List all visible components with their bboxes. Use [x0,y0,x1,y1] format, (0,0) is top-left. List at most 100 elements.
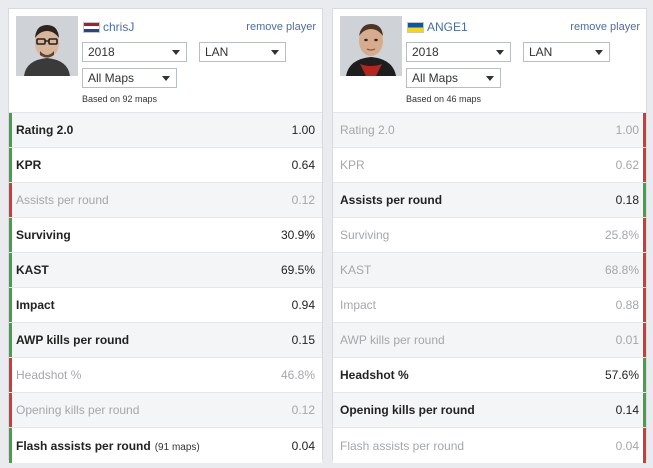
stat-value: 69.5% [280,263,315,277]
stat-label: AWP kills per round [16,333,129,347]
stat-value: 68.8% [604,263,639,277]
stat-row: KPR 0.64 [9,148,322,183]
stat-value: 0.62 [615,158,639,172]
event-type-select-value: LAN [205,45,229,59]
stat-row: KAST 69.5% [9,253,322,288]
maps-select[interactable]: All Maps [82,68,177,88]
stat-label-text: Opening kills per round [340,403,475,417]
stat-row: Surviving 30.9% [9,218,322,253]
stat-value: 46.8% [280,368,315,382]
stat-label-text: Assists per round [340,193,443,207]
better-indicator [9,253,12,287]
stat-label: Flash assists per round [340,439,464,453]
better-indicator [643,358,646,392]
stat-label-text: Rating 2.0 [340,123,395,137]
chevron-down-icon [595,50,603,55]
stat-label: KAST [16,263,49,277]
player-photo [340,16,402,76]
stat-row: Surviving 25.8% [333,218,646,253]
player-name-line: ANGE1 [407,20,468,34]
stat-label: Headshot % [16,368,81,382]
year-select-value: 2018 [412,45,439,59]
player-header: ANGE1 remove player 2018 LAN All Maps Ba… [333,9,646,112]
player-name-line: chrisJ [83,20,134,34]
stat-row: Assists per round 0.18 [333,183,646,218]
better-indicator [9,288,12,322]
stat-row: Assists per round 0.12 [9,183,322,218]
stat-row: Rating 2.0 1.00 [9,113,322,148]
worse-indicator [643,428,646,463]
better-indicator [9,323,12,357]
worse-indicator [643,288,646,322]
stat-label-text: KPR [340,158,365,172]
year-select-value: 2018 [88,45,115,59]
stat-label: Headshot % [340,368,409,382]
netherlands-flag-icon [83,21,100,33]
stat-row: Flash assists per round (91 maps) 0.04 [9,428,322,463]
stat-label-text: AWP kills per round [340,333,445,347]
stat-label: Impact [16,298,55,312]
event-type-select[interactable]: LAN [523,42,610,62]
stat-label: Surviving [340,228,389,242]
worse-indicator [643,148,646,182]
worse-indicator [9,393,12,427]
stat-label: AWP kills per round [340,333,445,347]
maps-select-value: All Maps [88,71,135,85]
stat-value: 0.18 [615,193,639,207]
worse-indicator [643,323,646,357]
player-card-1: chrisJ remove player 2018 LAN All Maps B… [8,8,323,463]
worse-indicator [9,358,12,392]
stat-label-text: Impact [340,298,377,312]
better-indicator [9,218,12,252]
based-on-maps-text: Based on 46 maps [406,94,482,104]
worse-indicator [643,218,646,252]
stat-label-text: Headshot % [340,368,409,382]
stat-value: 0.14 [615,403,639,417]
stat-value: 0.64 [291,158,315,172]
player-name-link[interactable]: ANGE1 [427,20,468,34]
event-type-select-value: LAN [529,45,553,59]
better-indicator [9,148,12,182]
stat-value: 0.15 [291,333,315,347]
stat-row: Headshot % 46.8% [9,358,322,393]
stats-list: Rating 2.0 1.00 KPR 0.64 Assists per round 0.… [9,112,322,463]
stat-label: Opening kills per round [340,403,475,417]
based-on-maps-text: Based on 92 maps [82,94,158,104]
player-photo [16,16,78,76]
stat-row: Rating 2.0 1.00 [333,113,646,148]
stat-label: Assists per round [16,193,109,207]
stat-row: Flash assists per round 0.04 [333,428,646,463]
better-indicator [9,113,12,147]
stat-value: 30.9% [280,228,315,242]
stat-label: Assists per round [340,193,442,207]
stat-label: Opening kills per round [16,403,139,417]
stat-label-text: Assists per round [16,193,109,207]
stat-label: KAST [340,263,371,277]
stat-label-text: Flash assists per round [340,438,465,453]
stat-value: 25.8% [604,228,639,242]
remove-player-link[interactable]: remove player [246,21,316,33]
stat-label-text: Surviving [16,228,71,242]
stat-row: Headshot % 57.6% [333,358,646,393]
stat-label-text: KPR [16,158,42,172]
event-type-select[interactable]: LAN [199,42,286,62]
maps-select[interactable]: All Maps [406,68,501,88]
stat-value: 0.12 [291,193,315,207]
stat-value: 0.01 [615,333,639,347]
stat-label: Flash assists per round (91 maps) [16,439,200,453]
stat-label-text: Impact [16,298,55,312]
year-select[interactable]: 2018 [82,42,187,62]
stat-label: Rating 2.0 [16,123,73,137]
stat-label-text: AWP kills per round [16,333,130,347]
player-name-link[interactable]: chrisJ [103,20,134,34]
better-indicator [643,183,646,217]
stat-value: 57.6% [604,368,639,382]
stat-value: 0.94 [291,298,315,312]
remove-player-link[interactable]: remove player [570,21,640,33]
chevron-down-icon [172,50,180,55]
year-select[interactable]: 2018 [406,42,511,62]
chevron-down-icon [486,76,494,81]
stat-label: Surviving [16,228,71,242]
stat-label: Impact [340,298,376,312]
stat-label-text: Opening kills per round [16,403,140,417]
